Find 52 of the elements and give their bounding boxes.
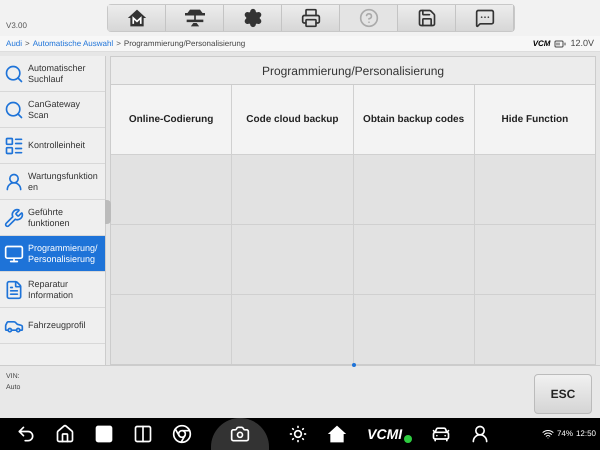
toolbar-button[interactable]: [398, 5, 456, 31]
sidebar-item[interactable]: Reparatur Information: [0, 272, 105, 308]
vcm-label: VCM: [532, 38, 550, 50]
function-button[interactable]: Hide Function: [474, 85, 595, 154]
monitor-icon: [4, 244, 24, 264]
camera-button[interactable]: [210, 418, 269, 450]
split-screen-icon[interactable]: [132, 424, 153, 444]
breadcrumb-link[interactable]: Audi: [6, 38, 22, 50]
brightness-icon[interactable]: [288, 424, 308, 444]
sidebar-item[interactable]: CanGateway Scan: [0, 92, 105, 128]
home-icon: [126, 8, 146, 28]
save-icon: [416, 8, 436, 28]
sidebar-item[interactable]: Wartungsfunktionen: [0, 164, 105, 200]
driver-icon[interactable]: [470, 424, 490, 444]
toolbar-button[interactable]: [456, 5, 514, 31]
camera-icon: [230, 424, 250, 444]
help-icon: [358, 8, 378, 28]
separator-label: >: [116, 38, 121, 50]
sidebar-item[interactable]: Automatischer Suchlauf: [0, 56, 105, 92]
toolbar-button[interactable]: [108, 5, 166, 31]
home-icon: [327, 424, 348, 444]
panel-title: Programmierung/Personalisierung: [111, 57, 595, 85]
document-icon: [4, 280, 24, 300]
battery-icon: [554, 38, 566, 50]
vcm-button[interactable]: VCMI: [366, 425, 412, 443]
sidebar-item[interactable]: Fahrzeugprofil: [0, 308, 105, 344]
toolbar-button[interactable]: [282, 5, 340, 31]
browser-icon[interactable]: [172, 424, 192, 444]
function-button[interactable]: Code cloud backup: [232, 85, 352, 154]
printer-icon: [300, 8, 320, 28]
function-button[interactable]: Obtain backup codes: [354, 85, 474, 154]
home-icon[interactable]: [54, 424, 75, 444]
chat-icon: [474, 8, 494, 28]
list-icon: [4, 136, 24, 156]
square-icon[interactable]: [94, 424, 114, 444]
sidebar-item[interactable]: Kontrolleinheit: [0, 128, 105, 164]
wrench-icon: [4, 208, 24, 228]
breadcrumb-current: Programmierung/Personalisierung: [124, 38, 246, 50]
toolbar-button[interactable]: [166, 5, 224, 31]
toolbar-button[interactable]: [224, 5, 282, 31]
person-icon: [4, 172, 24, 192]
version-label: V3.00: [6, 20, 27, 32]
battery-level: 74%: [556, 428, 573, 440]
collapse-handle[interactable]: [105, 200, 111, 224]
breadcrumb-link[interactable]: Automatische Auswahl: [32, 38, 114, 50]
back-icon[interactable]: [16, 424, 36, 444]
clock-label: 12:50: [576, 428, 596, 440]
function-button[interactable]: Online-Codierung: [111, 85, 232, 154]
esc-button[interactable]: ESC: [534, 374, 592, 414]
voltage-label: 12.0V: [570, 36, 594, 50]
sidebar-item[interactable]: Programmierung/ Personalisierung: [0, 236, 105, 272]
separator-label: >: [25, 38, 30, 50]
